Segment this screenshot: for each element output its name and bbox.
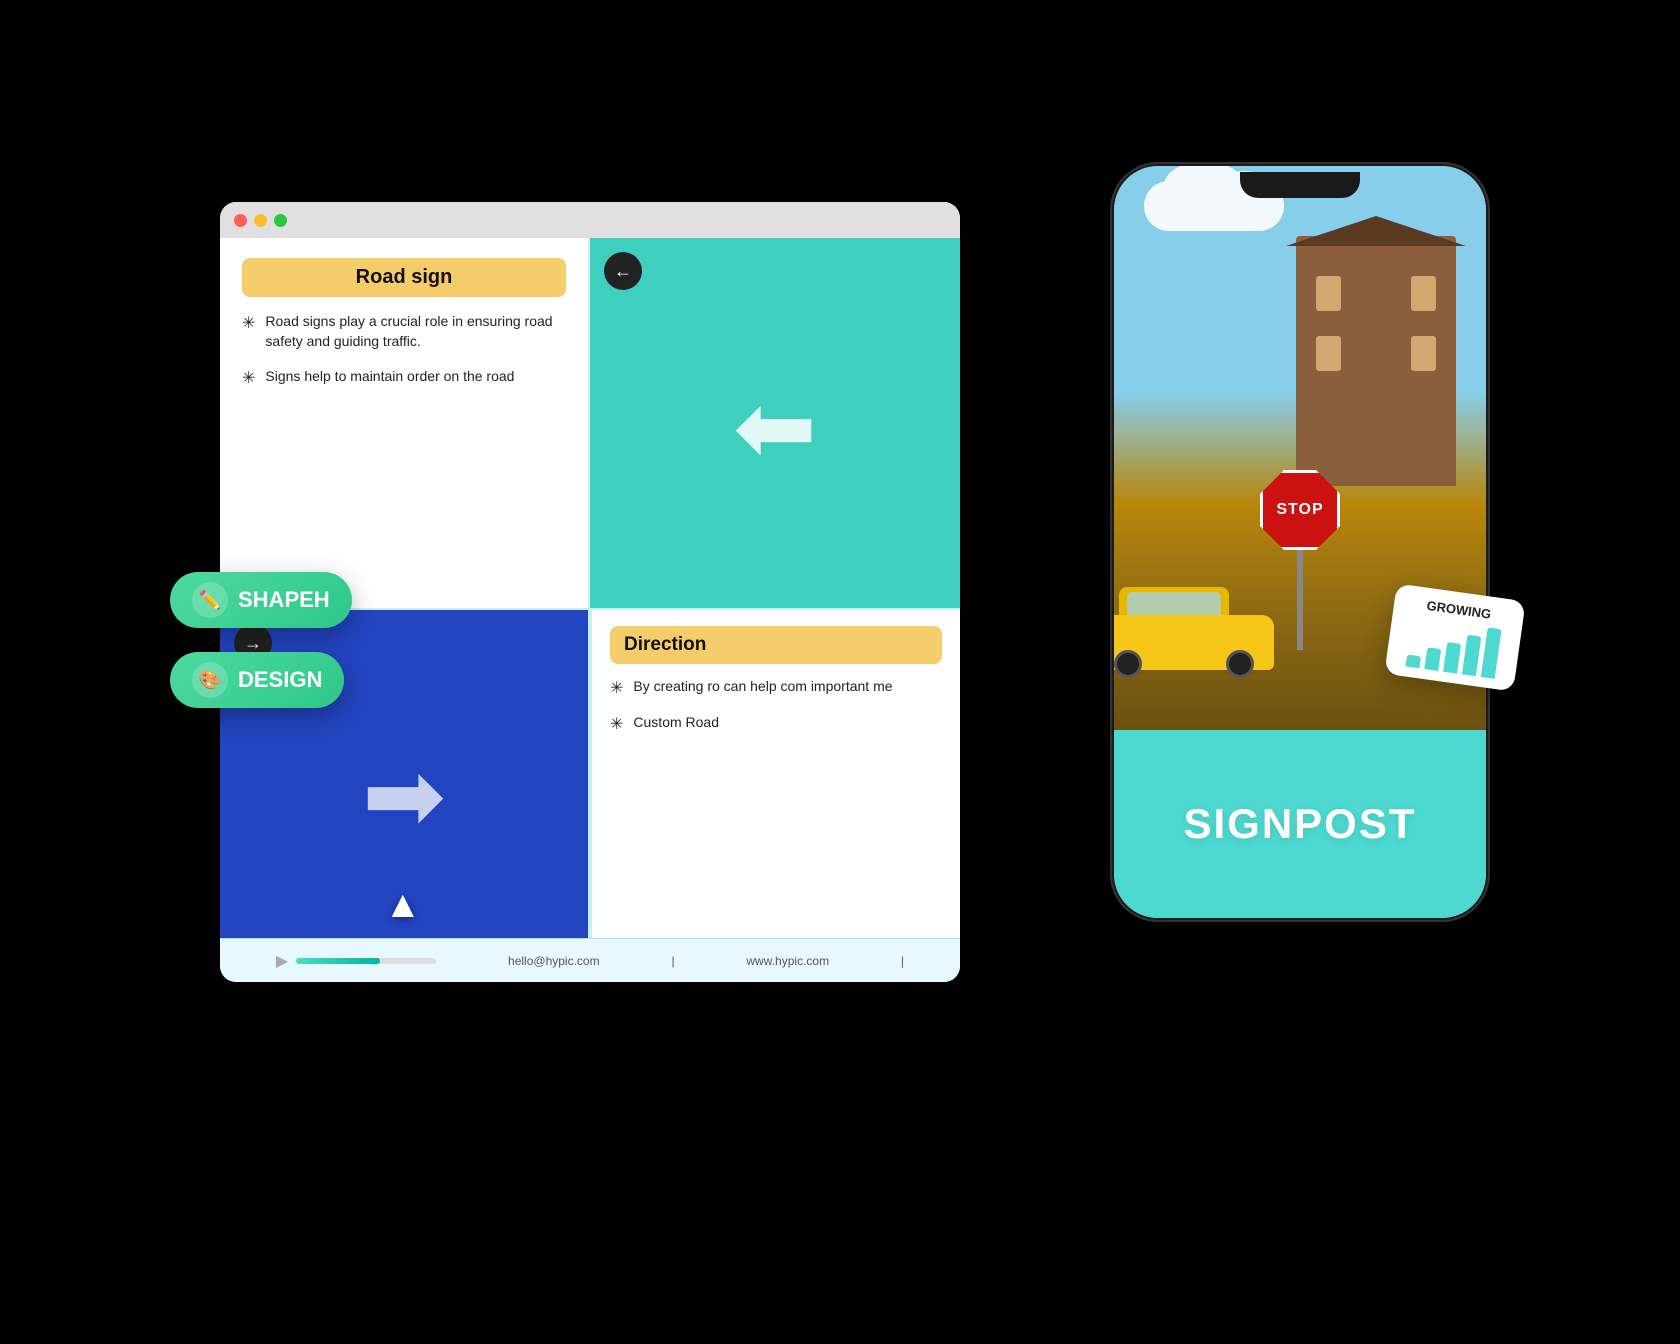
phone-label: SIGNPOST [1183, 800, 1416, 848]
left-arrow-icon: ⬅ [733, 378, 817, 478]
road-sign-bullet-1: ✳ Road signs play a crucial role in ensu… [242, 311, 566, 352]
chart-bar-3 [1443, 642, 1461, 674]
chart-bar-2 [1424, 647, 1441, 671]
minimize-dot[interactable] [254, 214, 267, 227]
footer-divider-2: | [901, 954, 904, 968]
footer-website: www.hypic.com [746, 954, 829, 968]
building-roof [1286, 216, 1466, 246]
chart-bar-4 [1462, 635, 1481, 677]
cursor-icon: ▲ [384, 884, 422, 927]
building-window-4 [1411, 336, 1436, 371]
building-window-2 [1411, 276, 1436, 311]
taxi-body [1114, 615, 1274, 670]
bullet-star-2: ✳ [242, 367, 255, 390]
taxi [1114, 590, 1274, 670]
play-icon[interactable]: ▶ [276, 951, 288, 971]
road-sign-title: Road sign [242, 258, 566, 297]
footer-divider: | [671, 954, 674, 968]
nav-back-button[interactable]: ← [604, 252, 642, 290]
chart-bar-1 [1405, 655, 1421, 669]
direction-star-1: ✳ [610, 677, 623, 700]
building-window-3 [1316, 336, 1341, 371]
shapeh-icon: ✏️ [192, 582, 228, 618]
stop-pole [1297, 550, 1303, 650]
road-sign-bullet-2: ✳ Signs help to maintain order on the ro… [242, 366, 566, 390]
stop-sign: STOP [1260, 470, 1340, 550]
road-sign-card: Road sign ✳ Road signs play a crucial ro… [220, 238, 590, 610]
building-window-1 [1316, 276, 1341, 311]
phone-bottom-bar: SIGNPOST [1114, 730, 1486, 918]
progress-fill [296, 958, 380, 964]
bullet-star-1: ✳ [242, 312, 255, 335]
shapeh-chip[interactable]: ✏️ SHAPEH [170, 572, 352, 628]
shapeh-label: SHAPEH [238, 587, 330, 613]
taxi-wheel-left [1114, 650, 1142, 678]
building [1296, 236, 1456, 486]
direction-bullet-2: ✳ Custom Road [610, 712, 942, 736]
maximize-dot[interactable] [274, 214, 287, 227]
taxi-wheel-right [1226, 650, 1254, 678]
direction-title: Direction [610, 626, 942, 664]
phone: STOP [1110, 162, 1490, 922]
design-icon: 🎨 [192, 662, 228, 698]
chart-bar-5 [1481, 627, 1502, 678]
teal-arrow-card: ← ⬅ [590, 238, 960, 610]
browser-footer: ▶ hello@hypic.com | www.hypic.com | [220, 938, 960, 982]
browser-titlebar [220, 202, 960, 238]
growing-badge: GROWING [1384, 583, 1525, 691]
phone-frame: STOP [1110, 162, 1490, 922]
right-arrow-icon: ➡ [362, 746, 446, 846]
phone-screen: STOP [1114, 166, 1486, 918]
chart-bars [1400, 616, 1508, 680]
design-chip[interactable]: 🎨 DESIGN [170, 652, 344, 708]
media-controls: ▶ [276, 951, 436, 971]
direction-star-2: ✳ [610, 713, 623, 736]
scroll-indicator[interactable] [620, 902, 656, 938]
progress-bar[interactable] [296, 958, 436, 964]
design-label: DESIGN [238, 667, 322, 693]
phone-notch [1240, 172, 1360, 198]
close-dot[interactable] [234, 214, 247, 227]
footer-email: hello@hypic.com [508, 954, 600, 968]
scene: Road sign ✳ Road signs play a crucial ro… [190, 122, 1490, 1222]
direction-bullet-1: ✳ By creating ro can help com important … [610, 676, 942, 700]
